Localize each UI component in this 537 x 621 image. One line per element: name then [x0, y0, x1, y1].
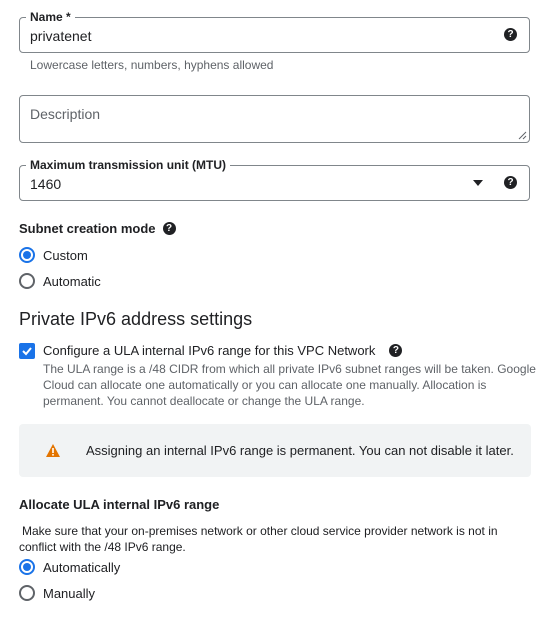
mtu-select[interactable]: Maximum transmission unit (MTU) 1460 ?	[19, 158, 530, 201]
help-circle-icon[interactable]: ?	[389, 344, 403, 357]
radio-manually[interactable]: Manually	[19, 583, 95, 603]
mtu-value: 1460	[30, 176, 62, 192]
mtu-field-label: Maximum transmission unit (MTU)	[26, 158, 231, 172]
warning-banner: Assigning an internal IPv6 range is perm…	[19, 424, 531, 477]
radio-automatic[interactable]: Automatic	[19, 271, 101, 291]
ula-description-line: The ULA range is a /48 CIDR from which a…	[43, 362, 536, 376]
name-input-value[interactable]: privatenet	[30, 28, 91, 44]
allocate-description-line: conflict with the /48 IPv6 range.	[19, 540, 186, 554]
ula-description-line: permanent. You cannot deallocate or chan…	[43, 394, 365, 408]
radio-automatically-label: Automatically	[43, 559, 121, 575]
warning-text: Assigning an internal IPv6 range is perm…	[86, 443, 514, 458]
radio-manually-label: Manually	[43, 585, 96, 601]
arrow-drop-down-icon[interactable]	[473, 180, 483, 186]
allocate-description-line: Make sure that your on-premises network …	[22, 524, 498, 538]
allocate-label: Allocate ULA internal IPv6 range	[19, 497, 220, 512]
radio-automatically[interactable]: Automatically	[19, 557, 120, 577]
help-circle-icon[interactable]: ?	[504, 176, 517, 189]
description-placeholder: Description	[30, 106, 101, 122]
warning-triangle-icon	[46, 444, 60, 457]
radio-custom-control[interactable]	[19, 247, 35, 263]
ula-description: The ULA range is a /48 CIDR from which a…	[43, 361, 536, 409]
subnet-mode-header: Subnet creation mode ?	[19, 221, 176, 236]
ipv6-heading: Private IPv6 address settings	[19, 309, 253, 329]
help-circle-icon[interactable]: ?	[504, 28, 517, 41]
ula-description-line: Cloud can allocate one automatically or …	[43, 378, 487, 392]
name-field[interactable]: Name * privatenet ?	[19, 10, 530, 53]
ula-checkbox-row: Configure a ULA internal IPv6 range for …	[43, 343, 403, 358]
check-icon	[22, 347, 32, 356]
subnet-mode-label: Subnet creation mode	[19, 221, 156, 236]
name-field-label: Name *	[26, 10, 75, 24]
radio-custom-label: Custom	[43, 247, 88, 263]
description-field[interactable]: Description	[19, 95, 530, 143]
radio-automatically-control[interactable]	[19, 559, 35, 575]
ula-checkbox-label: Configure a ULA internal IPv6 range for …	[43, 343, 376, 358]
radio-automatic-control[interactable]	[19, 273, 35, 289]
radio-custom[interactable]: Custom	[19, 245, 88, 265]
radio-manually-control[interactable]	[19, 585, 35, 601]
ula-checkbox[interactable]	[19, 343, 35, 359]
help-circle-icon[interactable]: ?	[162, 222, 176, 235]
resize-handle-icon[interactable]	[518, 131, 527, 140]
radio-automatic-label: Automatic	[43, 273, 101, 289]
name-hint: Lowercase letters, numbers, hyphens allo…	[30, 58, 274, 72]
allocate-description: Make sure that your on-premises network …	[19, 523, 498, 555]
